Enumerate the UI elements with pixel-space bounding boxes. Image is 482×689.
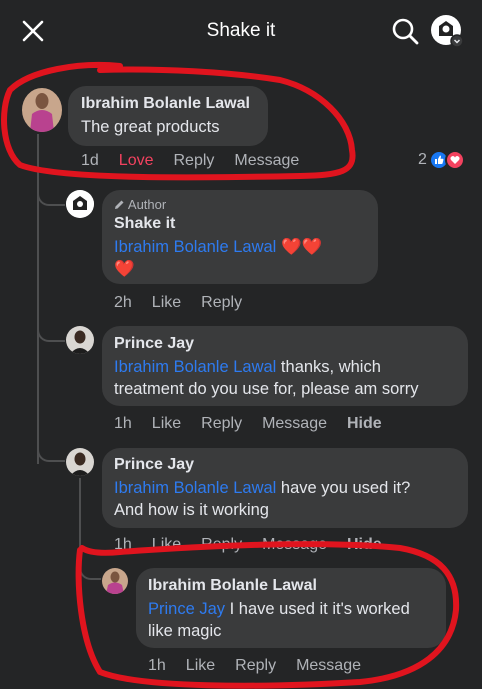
reply-text-part: ❤️❤️ [280, 238, 323, 256]
love-button[interactable]: Love [119, 152, 154, 169]
thread-connector [37, 318, 65, 342]
reply-text-part: have you used it? [276, 479, 411, 497]
avatar[interactable] [66, 448, 94, 476]
comment-author[interactable]: Ibrahim Bolanle Lawal [81, 95, 250, 113]
reply-text-line2: like magic [148, 622, 222, 640]
reply-time: 1h [114, 536, 132, 553]
pencil-icon [115, 200, 124, 209]
reply-author[interactable]: Ibrahim Bolanle Lawal [148, 577, 317, 595]
avatar[interactable] [66, 326, 94, 354]
thread-connector [37, 438, 65, 462]
reaction-summary[interactable]: 2 [418, 149, 465, 171]
reply-actions: 1h Like Reply Message Hide [114, 415, 402, 433]
search-button[interactable] [390, 16, 420, 46]
thread-connector [37, 180, 65, 206]
comment-time: 1d [81, 152, 99, 169]
reply-time: 1h [148, 657, 166, 674]
like-button[interactable]: Like [152, 294, 181, 311]
reply-button[interactable]: Reply [174, 152, 215, 169]
reply-button[interactable]: Reply [235, 657, 276, 674]
thread-connector [79, 554, 101, 580]
search-icon [392, 18, 419, 45]
reply-time: 2h [114, 294, 132, 311]
like-button[interactable]: Like [152, 536, 181, 553]
reply-author[interactable]: Prince Jay [114, 335, 194, 353]
reply-text: Ibrahim Bolanle Lawal have you used it? [114, 477, 410, 499]
comment-actions: 1d Love Reply Message [81, 152, 319, 170]
reply-time: 1h [114, 415, 132, 432]
message-button[interactable]: Message [296, 657, 361, 674]
mention-link[interactable]: Ibrahim Bolanle Lawal [114, 358, 276, 376]
hide-button[interactable]: Hide [347, 415, 382, 432]
reply-text-line2: And how is it working [114, 501, 269, 519]
reply-text: Ibrahim Bolanle Lawal thanks, which [114, 356, 464, 378]
mention-link[interactable]: Ibrahim Bolanle Lawal [114, 479, 276, 497]
mention-link[interactable]: Prince Jay [148, 600, 225, 618]
reply-text: Ibrahim Bolanle Lawal ❤️❤️ [114, 236, 370, 258]
reply-actions: 1h Like Reply Message Hide [114, 536, 402, 554]
page-avatar-icon [431, 15, 464, 48]
reply-button[interactable]: Reply [201, 294, 242, 311]
reply-text-part: thanks, which [276, 358, 381, 376]
reaction-count: 2 [418, 151, 427, 168]
reply-author[interactable]: Prince Jay [114, 456, 194, 474]
message-button[interactable]: Message [234, 152, 299, 169]
message-button[interactable]: Message [262, 536, 327, 553]
mention-link[interactable]: Ibrahim Bolanle Lawal [114, 238, 276, 256]
top-bar: Shake it [0, 0, 482, 64]
avatar[interactable] [102, 568, 128, 594]
avatar[interactable] [66, 190, 94, 218]
reply-text-part: I have used it it's worked [225, 600, 410, 618]
reply-button[interactable]: Reply [201, 536, 242, 553]
heart-icon [444, 150, 465, 170]
reply-text: Prince Jay I have used it it's worked [148, 598, 410, 620]
page-profile-button[interactable] [430, 14, 464, 48]
reply-button[interactable]: Reply [201, 415, 242, 432]
author-badge: Author [114, 197, 166, 212]
avatar[interactable] [22, 88, 62, 132]
hide-button[interactable]: Hide [347, 536, 382, 553]
like-button[interactable]: Like [152, 415, 181, 432]
reply-author[interactable]: Shake it [114, 215, 175, 233]
reply-actions: 2h Like Reply [114, 294, 262, 312]
author-badge-label: Author [127, 197, 167, 212]
comment-text: The great products [81, 118, 220, 136]
reply-text-line2: ❤️ [114, 260, 135, 278]
message-button[interactable]: Message [262, 415, 327, 432]
reply-text-line2: treatment do you use for, please am sorr… [114, 380, 419, 398]
thread-line [79, 478, 81, 554]
like-button[interactable]: Like [186, 657, 215, 674]
reply-actions: 1h Like Reply Message [148, 657, 381, 675]
